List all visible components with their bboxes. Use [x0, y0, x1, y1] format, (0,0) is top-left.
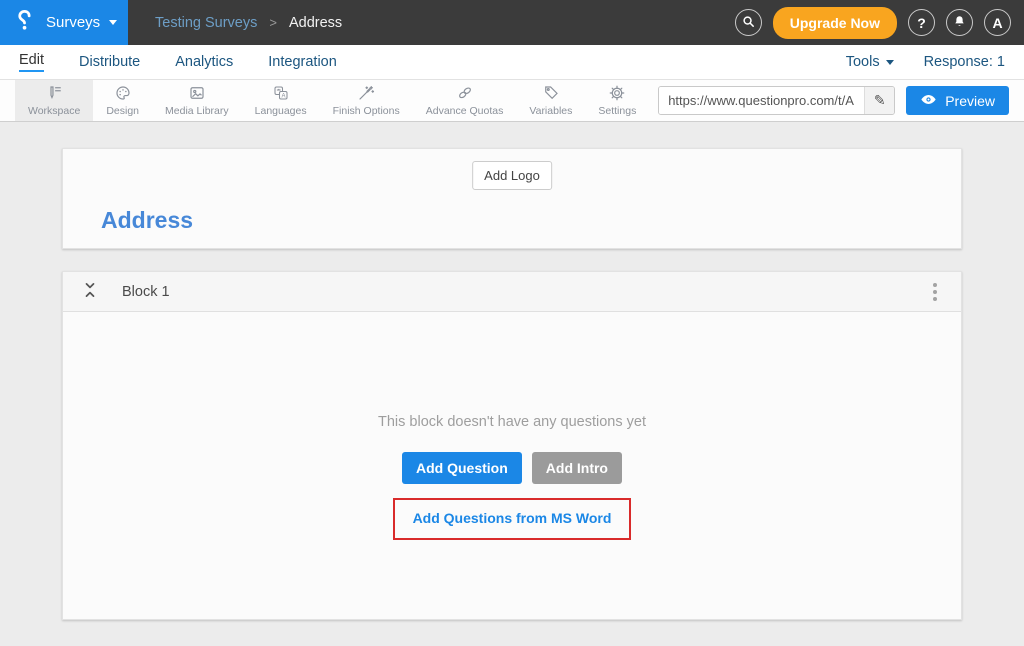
- topbar-actions: Upgrade Now ? A: [735, 7, 1024, 39]
- product-label: Surveys: [46, 14, 100, 31]
- breadcrumb-current: Address: [289, 15, 342, 31]
- preview-button[interactable]: Preview: [906, 86, 1009, 115]
- bell-icon: [952, 14, 967, 32]
- toolbar-item-design[interactable]: Design: [93, 80, 152, 121]
- toolbar-item-label: Settings: [598, 105, 636, 117]
- workspace-icon: [44, 84, 64, 102]
- gear-icon: [607, 84, 627, 102]
- block-menu-button[interactable]: [929, 279, 941, 305]
- tab-integration[interactable]: Integration: [268, 54, 337, 70]
- add-question-button[interactable]: Add Question: [402, 452, 522, 484]
- svg-text:A: A: [281, 93, 285, 99]
- product-switcher[interactable]: Surveys: [0, 0, 128, 45]
- chevron-down-icon: [109, 20, 117, 25]
- toolbar-item-languages[interactable]: A Languages: [242, 80, 320, 121]
- block-header: Block 1: [63, 272, 961, 312]
- tab-analytics[interactable]: Analytics: [175, 54, 233, 70]
- top-bar: Surveys Testing Surveys > Address Upgrad…: [0, 0, 1024, 45]
- translate-icon: A: [271, 84, 291, 102]
- survey-toolbar: Workspace Design Media Library: [0, 80, 1024, 122]
- survey-editor: Add Logo Address Block 1 This block does: [0, 122, 1024, 620]
- avatar[interactable]: A: [984, 9, 1011, 36]
- block-body: This block doesn't have any questions ye…: [63, 312, 961, 619]
- block-actions: Add Question Add Intro: [402, 452, 622, 484]
- palette-icon: [113, 84, 133, 102]
- tools-menu[interactable]: Tools: [846, 54, 894, 70]
- upgrade-now-button[interactable]: Upgrade Now: [773, 7, 897, 39]
- tab-edit[interactable]: Edit: [19, 52, 44, 72]
- empty-block-message: This block doesn't have any questions ye…: [378, 414, 646, 430]
- toolbar-item-label: Languages: [255, 105, 307, 117]
- breadcrumb: Testing Surveys > Address: [155, 15, 342, 31]
- search-icon: [741, 14, 756, 32]
- preview-label: Preview: [945, 93, 995, 109]
- toolbar-item-label: Variables: [529, 105, 572, 117]
- block-card: Block 1 This block doesn't have any ques…: [62, 271, 962, 620]
- nav-right: Tools Response: 1: [846, 54, 1005, 70]
- toolbar-item-workspace[interactable]: Workspace: [15, 80, 93, 121]
- help-icon: ?: [917, 15, 926, 31]
- chain-links-icon: [455, 84, 475, 102]
- toolbar-item-label: Advance Quotas: [426, 105, 504, 117]
- toolbar-item-settings[interactable]: Settings: [585, 80, 649, 121]
- search-button[interactable]: [735, 9, 762, 36]
- add-questions-from-ms-word-link[interactable]: Add Questions from MS Word: [413, 510, 612, 526]
- annotation-highlight-box: Add Questions from MS Word: [393, 498, 632, 540]
- breadcrumb-separator-icon: >: [269, 15, 277, 30]
- tools-label: Tools: [846, 54, 880, 70]
- survey-header-card: Add Logo Address: [62, 148, 962, 249]
- survey-url-group: ✎: [658, 86, 895, 115]
- chevron-down-icon: [886, 60, 894, 65]
- tab-distribute[interactable]: Distribute: [79, 54, 140, 70]
- avatar-initial: A: [992, 15, 1002, 31]
- collapse-icon: [83, 281, 97, 302]
- add-logo-button[interactable]: Add Logo: [472, 161, 552, 190]
- survey-title[interactable]: Address: [101, 207, 193, 234]
- tag-icon: [541, 84, 561, 102]
- questionpro-logo-icon: [13, 7, 37, 38]
- notifications-button[interactable]: [946, 9, 973, 36]
- toolbar-item-variables[interactable]: Variables: [516, 80, 585, 121]
- section-nav: Edit Distribute Analytics Integration To…: [0, 45, 1024, 80]
- toolbar-item-media-library[interactable]: Media Library: [152, 80, 242, 121]
- help-button[interactable]: ?: [908, 9, 935, 36]
- kebab-icon: [933, 283, 937, 287]
- toolbar-item-label: Workspace: [28, 105, 80, 117]
- collapse-block-button[interactable]: [83, 281, 97, 302]
- edit-url-button[interactable]: ✎: [864, 87, 894, 114]
- eye-icon: [920, 93, 937, 109]
- toolbar-item-finish-options[interactable]: Finish Options: [320, 80, 413, 121]
- image-icon: [187, 84, 207, 102]
- toolbar-item-label: Finish Options: [333, 105, 400, 117]
- survey-url-input[interactable]: [659, 87, 864, 114]
- magic-wand-icon: [356, 84, 376, 102]
- block-title[interactable]: Block 1: [122, 284, 170, 300]
- response-count[interactable]: Response: 1: [924, 54, 1005, 70]
- add-intro-button[interactable]: Add Intro: [532, 452, 622, 484]
- breadcrumb-parent[interactable]: Testing Surveys: [155, 15, 257, 31]
- pencil-icon: ✎: [874, 92, 886, 109]
- toolbar-item-label: Media Library: [165, 105, 229, 117]
- section-tabs: Edit Distribute Analytics Integration: [19, 52, 337, 72]
- toolbar-item-label: Design: [106, 105, 139, 117]
- toolbar-item-advance-quotas[interactable]: Advance Quotas: [413, 80, 517, 121]
- toolbar-right: ✎ Preview: [658, 80, 1024, 121]
